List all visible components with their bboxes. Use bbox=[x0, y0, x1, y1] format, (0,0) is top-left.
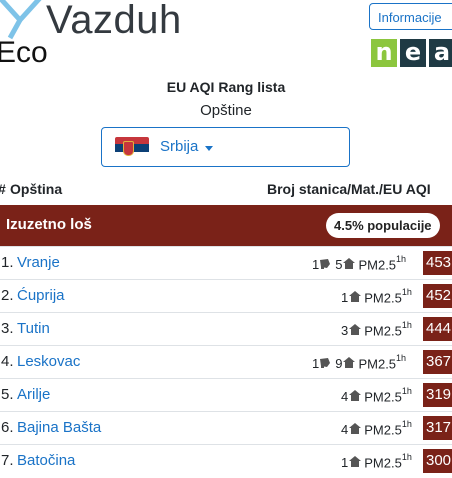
station-count: 1 bbox=[341, 289, 349, 305]
brand-name: Vazduh bbox=[46, 0, 182, 42]
camera-count: 1 bbox=[312, 355, 320, 371]
station-count: 4 bbox=[341, 421, 349, 437]
station-info: 4 PM2.51h bbox=[341, 386, 412, 405]
table-row[interactable]: 1. Vranje 1 5 PM2.51h 453 bbox=[0, 246, 452, 280]
municipality-link[interactable]: Arilje bbox=[17, 386, 50, 403]
municipality-link[interactable]: Ćuprija bbox=[17, 287, 65, 304]
aqi-badge[interactable]: 300 bbox=[423, 449, 452, 473]
station-icon bbox=[349, 455, 362, 470]
station-count: 9 bbox=[335, 355, 343, 371]
row-rank: 1. bbox=[1, 254, 14, 271]
page-title: EU AQI Rang lista bbox=[166, 79, 286, 95]
header-opstina[interactable]: Opština bbox=[10, 181, 62, 197]
table-row[interactable]: 4. Leskovac 1 9 PM2.51h 367 bbox=[0, 345, 452, 379]
station-info: 1 9 PM2.51h bbox=[312, 353, 407, 372]
table-row[interactable]: 6. Bajina Bašta 4 PM2.51h 317 bbox=[0, 411, 452, 445]
municipality-link[interactable]: Bajina Bašta bbox=[17, 419, 101, 436]
row-rank: 3. bbox=[1, 320, 14, 337]
nea-letter-e: e bbox=[400, 39, 426, 67]
station-count: 3 bbox=[341, 322, 349, 338]
pollutant-label: PM2.51h bbox=[358, 254, 407, 273]
station-info: 4 PM2.51h bbox=[341, 419, 412, 438]
population-badge: 4.5% populacije bbox=[326, 213, 440, 238]
pollutant-label: PM2.51h bbox=[364, 419, 412, 438]
category-label: Izuzetno loš bbox=[6, 216, 92, 233]
row-rank: 7. bbox=[1, 452, 14, 469]
header-number: # bbox=[0, 181, 6, 197]
aqi-badge[interactable]: 444 bbox=[423, 317, 452, 341]
aqi-badge[interactable]: 367 bbox=[423, 350, 452, 374]
nea-partner-logo[interactable]: n e a bbox=[371, 39, 452, 67]
brand-sub: Eco bbox=[0, 36, 48, 69]
station-icon bbox=[349, 422, 362, 437]
station-count: 1 bbox=[341, 454, 349, 470]
category-band: Izuzetno loš 4.5% populacije bbox=[0, 205, 452, 246]
pollutant-label: PM2.51h bbox=[364, 287, 412, 306]
station-icon bbox=[349, 290, 362, 305]
table-row[interactable]: 7. Batočina 1 PM2.51h 300 bbox=[0, 444, 452, 478]
nea-letter-a: a bbox=[429, 39, 452, 67]
row-rank: 2. bbox=[1, 287, 14, 304]
table-row[interactable]: 5. Arilje 4 PM2.51h 319 bbox=[0, 378, 452, 412]
pollutant-label: PM2.51h bbox=[364, 386, 412, 405]
nea-letter-n: n bbox=[371, 39, 397, 67]
station-info: 1 PM2.51h bbox=[341, 287, 412, 306]
informacije-button[interactable]: Informacije bbox=[369, 3, 452, 30]
aqi-badge[interactable]: 317 bbox=[423, 416, 452, 440]
row-rank: 5. bbox=[1, 386, 14, 403]
pollutant-label: PM2.51h bbox=[364, 320, 412, 339]
station-info: 1 5 PM2.51h bbox=[312, 254, 407, 273]
country-label: Srbija bbox=[160, 138, 199, 155]
station-info: 3 PM2.51h bbox=[341, 320, 412, 339]
serbia-flag-icon bbox=[115, 137, 149, 159]
municipality-link[interactable]: Tutin bbox=[17, 320, 50, 337]
camera-count: 1 bbox=[312, 256, 320, 272]
municipality-link[interactable]: Leskovac bbox=[17, 353, 80, 370]
table-row[interactable]: 2. Ćuprija 1 PM2.51h 452 bbox=[0, 279, 452, 313]
camera-icon bbox=[320, 257, 331, 272]
aqi-badge[interactable]: 452 bbox=[423, 284, 452, 308]
caret-down-icon bbox=[205, 146, 213, 151]
country-dropdown[interactable]: Srbija bbox=[101, 127, 350, 167]
aqi-badge[interactable]: 453 bbox=[423, 251, 452, 275]
municipality-link[interactable]: Vranje bbox=[17, 254, 60, 271]
station-icon bbox=[349, 323, 362, 338]
camera-icon bbox=[320, 356, 331, 371]
municipality-link[interactable]: Batočina bbox=[17, 452, 75, 469]
page-subtitle: Opštine bbox=[200, 102, 252, 119]
station-count: 5 bbox=[335, 256, 343, 272]
aqi-badge[interactable]: 319 bbox=[423, 383, 452, 407]
row-rank: 6. bbox=[1, 419, 14, 436]
station-icon bbox=[343, 356, 356, 371]
row-rank: 4. bbox=[1, 353, 14, 370]
station-icon bbox=[343, 257, 356, 272]
pollutant-label: PM2.51h bbox=[358, 353, 407, 372]
station-icon bbox=[349, 389, 362, 404]
header-stations-pollutant-aqi[interactable]: Broj stanica/Mat./EU AQI bbox=[267, 181, 431, 197]
eco-vazduh-logo[interactable]: Vazduh Eco bbox=[0, 0, 200, 75]
station-count: 4 bbox=[341, 388, 349, 404]
table-row[interactable]: 3. Tutin 3 PM2.51h 444 bbox=[0, 312, 452, 346]
